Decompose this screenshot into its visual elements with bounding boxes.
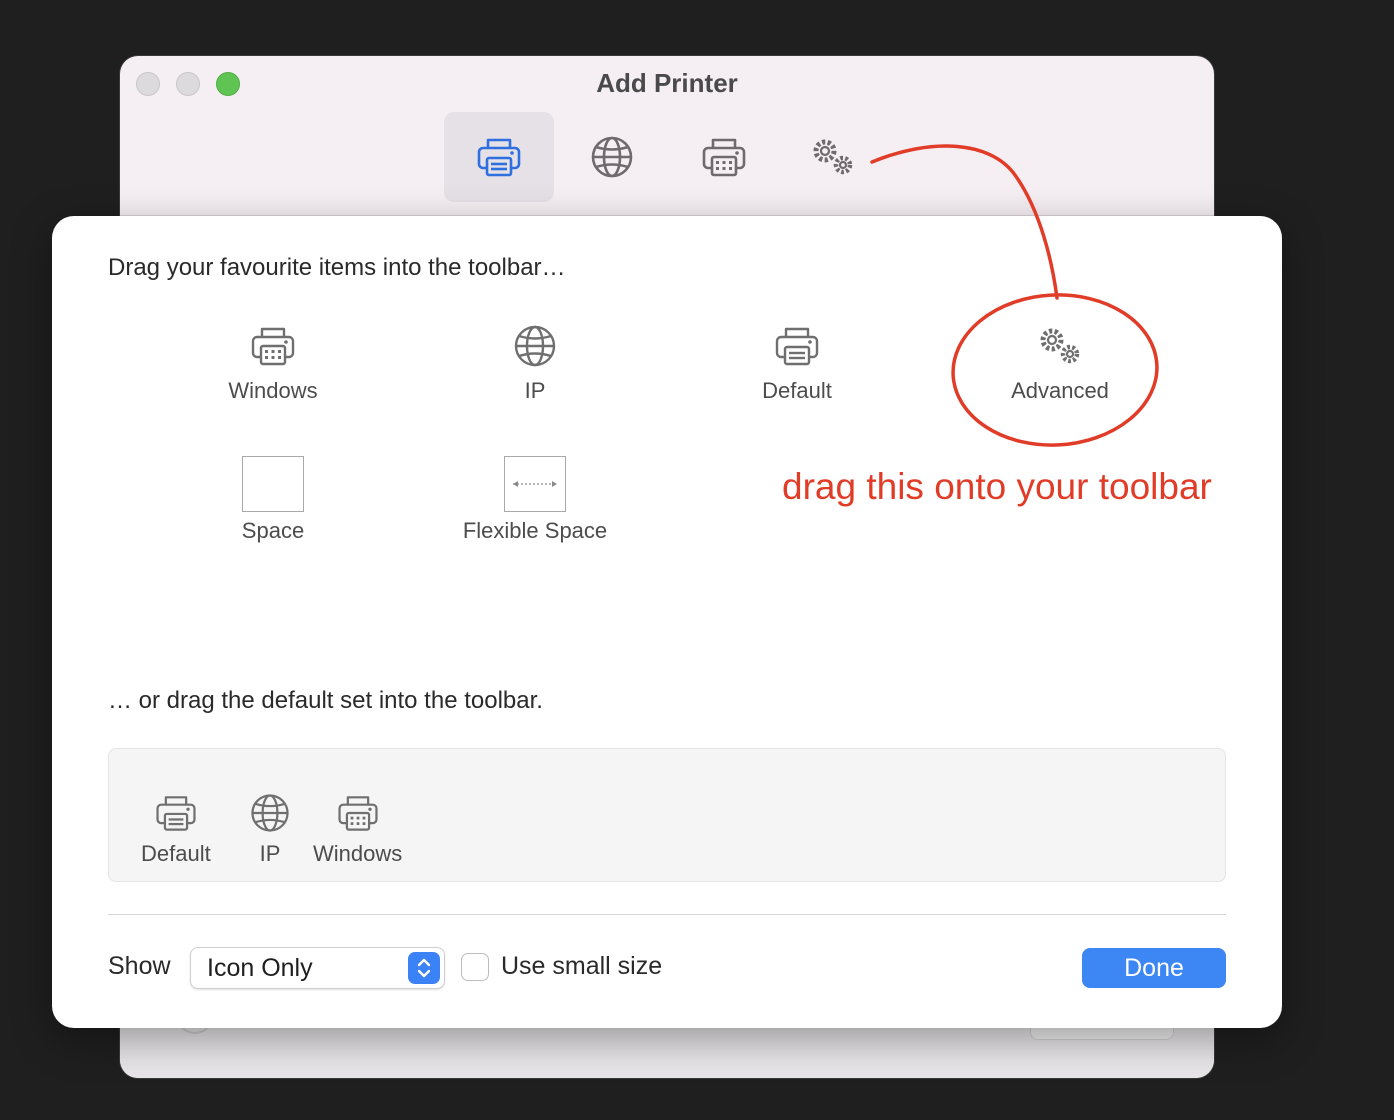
default-set-item-label: IP — [259, 841, 281, 866]
globe-icon — [591, 136, 633, 178]
use-small-size-label[interactable]: Use small size — [501, 952, 662, 981]
default-set-well[interactable]: Default IP Windows — [108, 748, 1226, 882]
palette-item-advanced[interactable]: Advanced — [950, 320, 1170, 404]
palette-item-default[interactable]: Default — [687, 320, 907, 404]
gears-icon — [1040, 328, 1080, 364]
palette-item-label: Flexible Space — [462, 518, 608, 543]
window-title: Add Printer — [596, 68, 738, 98]
globe-icon — [514, 325, 556, 367]
default-set-item-windows: Windows — [313, 789, 402, 867]
toolbar-advanced-button[interactable] — [778, 112, 888, 202]
palette-item-windows[interactable]: Windows — [163, 320, 383, 404]
palette-item-label: Default — [762, 378, 832, 403]
palette-item-label: IP — [524, 378, 546, 403]
printer-icon — [775, 327, 819, 366]
windows-printer-icon — [338, 796, 378, 831]
palette-item-label: Windows — [228, 378, 318, 403]
toolbar-default-button[interactable] — [444, 112, 554, 202]
palette-item-space[interactable]: Space — [163, 456, 383, 544]
toolbar-windows-button[interactable] — [669, 112, 779, 202]
palette-heading: Drag your favourite items into the toolb… — [108, 254, 566, 281]
default-set-heading: … or drag the default set into the toolb… — [108, 687, 543, 714]
flexible-space-box — [504, 456, 566, 512]
default-set-item-ip: IP — [246, 789, 294, 867]
default-set-item-default: Default — [141, 789, 211, 867]
palette-item-label: Advanced — [1011, 378, 1109, 403]
globe-icon — [251, 794, 289, 832]
default-set-item-label: Windows — [313, 841, 403, 866]
show-label: Show — [108, 952, 171, 980]
printer-icon — [156, 796, 196, 831]
toolbar-ip-button[interactable] — [557, 112, 667, 202]
footer-divider — [108, 914, 1226, 915]
chevron-up-down-icon — [408, 952, 440, 984]
palette-item-label: Space — [241, 518, 305, 543]
customize-toolbar-sheet: Drag your favourite items into the toolb… — [52, 216, 1282, 1028]
palette-item-ip[interactable]: IP — [425, 320, 645, 404]
windows-printer-icon — [251, 327, 295, 366]
printer-icon — [477, 138, 521, 177]
gears-icon — [813, 139, 853, 175]
default-set-item-label: Default — [141, 841, 211, 866]
show-select[interactable]: Icon Only — [190, 947, 445, 989]
palette-item-flexible-space[interactable]: Flexible Space — [425, 456, 645, 544]
annotation-text: drag this onto your toolbar — [782, 466, 1212, 507]
double-arrow-icon — [513, 481, 557, 487]
space-box — [242, 456, 304, 512]
windows-printer-icon — [702, 138, 746, 177]
show-select-value: Icon Only — [207, 954, 313, 982]
use-small-size-checkbox[interactable] — [461, 953, 489, 981]
done-button[interactable]: Done — [1082, 948, 1226, 988]
